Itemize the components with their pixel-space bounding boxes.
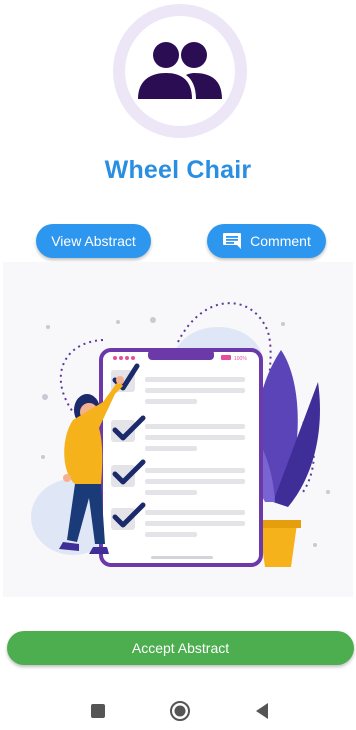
accept-abstract-button[interactable]: Accept Abstract: [7, 631, 354, 665]
view-abstract-button[interactable]: View Abstract: [36, 224, 151, 258]
home-icon[interactable]: [169, 700, 191, 722]
comment-label: Comment: [250, 233, 311, 249]
checklist-illustration: 100%: [3, 262, 353, 597]
accept-abstract-label: Accept Abstract: [131, 640, 230, 656]
comment-button[interactable]: Comment: [207, 224, 326, 258]
back-icon[interactable]: [251, 700, 273, 722]
comment-icon: [222, 232, 242, 250]
status-percent: 100%: [234, 356, 247, 362]
system-nav-bar: [0, 690, 356, 730]
avatar: [113, 4, 247, 138]
view-abstract-label: View Abstract: [51, 233, 136, 249]
page-title: Wheel Chair: [104, 156, 252, 184]
group-icon: [138, 42, 222, 99]
abstract-detail-screen: Wheel Chair View Abstract Comment 100% A…: [0, 0, 356, 730]
recents-icon[interactable]: [87, 700, 109, 722]
